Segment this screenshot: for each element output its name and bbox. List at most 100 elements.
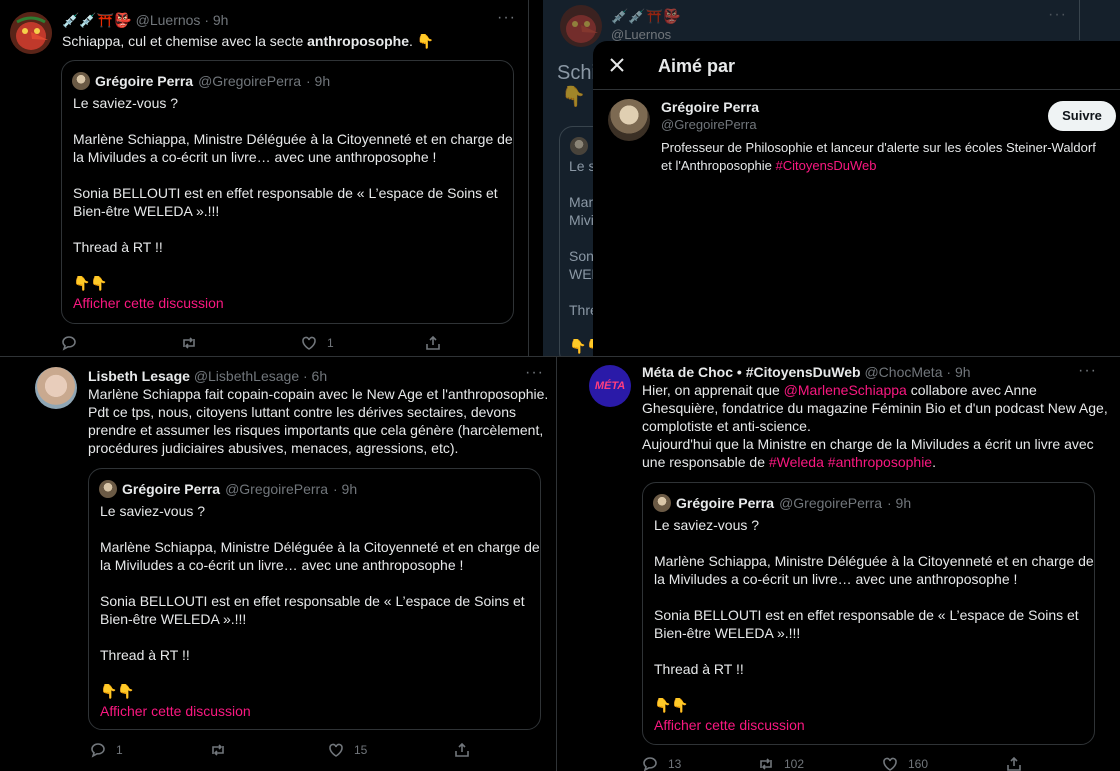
text-line: Thread à RT !! (73, 239, 163, 255)
heart-icon (302, 336, 316, 350)
close-button[interactable] (605, 53, 629, 77)
text-line: 👇👇 (654, 697, 689, 713)
show-thread-link[interactable]: Afficher cette discussion (73, 294, 224, 312)
text-line (100, 664, 540, 682)
tweet-header: Méta de Choc • #CitoyensDuWeb @ChocMeta … (642, 363, 971, 381)
retweet-button[interactable] (181, 335, 301, 351)
bio-hashtag-link[interactable]: #CitoyensDuWeb (776, 158, 877, 173)
quote-time: · 9h (886, 495, 912, 511)
retweet-button[interactable] (210, 742, 328, 758)
author-handle[interactable]: @LisbethLesage (194, 368, 299, 384)
follow-button[interactable]: Suivre (1048, 101, 1116, 131)
more-options-icon[interactable]: ··· (1078, 362, 1097, 380)
like-count: 15 (354, 743, 368, 757)
share-button[interactable] (1006, 756, 1032, 771)
bio-text: et l'Anthroposophie (661, 158, 776, 173)
gregoire-avatar[interactable] (608, 99, 650, 141)
tweet-text: Marlène Schiappa fait copain-copain avec… (88, 385, 548, 457)
text-line (654, 678, 1094, 696)
quote-author-handle: @GregoirePerra (225, 481, 328, 497)
share-icon (426, 335, 440, 350)
reply-button[interactable] (61, 335, 181, 351)
luernos-avatar[interactable] (10, 12, 52, 54)
hashtag-link[interactable]: #anthroposophie (828, 454, 932, 470)
tengu-mask-icon (10, 12, 52, 54)
tweet-time[interactable]: · 9h (946, 364, 970, 380)
quoted-tweet[interactable]: Grégoire Perra @GregoirePerra · 9h Le sa… (88, 468, 541, 730)
text-line: Marlène Schiappa fait copain-copain avec… (88, 386, 549, 402)
author-name[interactable]: Méta de Choc • #CitoyensDuWeb (642, 364, 861, 380)
user-handle[interactable]: @Luernos (136, 12, 201, 28)
tweet-text-part: . (932, 454, 936, 470)
text-line: 👇👇 (100, 683, 135, 699)
tweet-top-left[interactable]: 💉💉⛩️👺 @Luernos · 9h ··· Schiappa, cul et… (0, 0, 528, 356)
quote-author-name: Grégoire Perra (122, 481, 221, 497)
quote-author-name: Grégoire Perra (95, 73, 194, 89)
like-button[interactable]: 1 (301, 335, 425, 351)
luernos-avatar-dimmed (560, 5, 602, 47)
share-icon (1007, 756, 1021, 771)
user-handle[interactable]: @GregoirePerra (661, 116, 757, 134)
text-line (73, 112, 513, 130)
liked-by-modal: Aimé par Grégoire Perra @GregoirePerra S… (593, 41, 1120, 356)
user-name[interactable]: Grégoire Perra (661, 98, 759, 116)
like-button[interactable]: 160 (882, 756, 1006, 771)
text-line: Le saviez-vous ? (654, 517, 760, 533)
reply-button[interactable]: 13 (642, 756, 758, 771)
user-cell[interactable]: Grégoire Perra @GregoirePerra Suivre Pro… (593, 90, 1120, 190)
quote-author-handle: @GregoirePerra (779, 495, 882, 511)
like-button[interactable]: 15 (328, 742, 454, 758)
retweet-count: 102 (784, 757, 805, 771)
divider (1079, 0, 1080, 40)
quote-avatar (653, 494, 671, 512)
liked-by-screen: 💉💉⛩️👺 @Luernos ··· Schi 👇 Le s Marl Mivi So… (543, 0, 1120, 356)
quoted-tweet[interactable]: Grégoire Perra @GregoirePerra · 9h Le sa… (642, 482, 1095, 745)
text-line: Le saviez-vous ? (73, 95, 179, 111)
text-line (654, 534, 1094, 552)
tweet-time[interactable]: · 9h (204, 12, 228, 28)
share-button[interactable] (454, 742, 480, 758)
tweet-text-line: Ghesquière, fondatrice du magazine Fémin… (642, 400, 1108, 416)
reply-icon (62, 336, 76, 351)
divider (556, 357, 557, 771)
retweet-icon (212, 744, 224, 756)
reply-count: 1 (116, 743, 123, 757)
text-line (654, 642, 1094, 660)
text-line (73, 166, 513, 184)
text-line: la Miviludes a co-écrit un livre… avec u… (73, 149, 437, 165)
quoted-tweet[interactable]: Grégoire Perra @GregoirePerra · 9h Le sa… (61, 60, 514, 324)
tweet-time[interactable]: · 6h (303, 368, 327, 384)
retweet-icon (183, 337, 195, 349)
retweet-button[interactable]: 102 (758, 756, 882, 771)
heart-icon (329, 743, 343, 757)
tweet-text-line: Hier, on apprenait que @MarleneSchiappa … (642, 381, 1037, 399)
tweet-bottom-left[interactable]: Lisbeth Lesage @LisbethLesage · 6h ··· M… (18, 357, 556, 771)
text-line: Bien-être WELEDA ».!!! (100, 611, 247, 627)
author-handle[interactable]: @ChocMeta (864, 364, 942, 380)
text-line: la Miviludes a co-écrit un livre… avec u… (654, 571, 1018, 587)
text-line (100, 574, 540, 592)
heart-icon (883, 757, 897, 771)
show-thread-link[interactable]: Afficher cette discussion (654, 716, 805, 734)
quote-time: · 9h (332, 481, 358, 497)
quote-body: Le saviez-vous ? Marlène Schiappa, Minist… (654, 516, 1094, 714)
author-name[interactable]: Lisbeth Lesage (88, 368, 190, 384)
share-button[interactable] (425, 335, 451, 351)
text-line: Le saviez-vous ? (100, 503, 206, 519)
show-thread-link[interactable]: Afficher cette discussion (100, 702, 251, 720)
metadechoc-avatar[interactable]: MÉTA (589, 365, 631, 407)
tweet-text-line: une responsable de #Weleda #anthroposoph… (642, 453, 936, 471)
share-icon (455, 742, 469, 757)
text-line: Sonia BELLOUTI est en effet responsable … (73, 185, 498, 201)
tweet-bottom-right[interactable]: MÉTA Méta de Choc • #CitoyensDuWeb @Choc… (574, 357, 1120, 771)
more-options-icon[interactable]: ··· (525, 364, 544, 382)
more-options-icon[interactable]: ··· (497, 9, 516, 27)
hashtag-link[interactable]: #Weleda (769, 454, 824, 470)
user-emojis[interactable]: 💉💉⛩️👺 (62, 12, 132, 28)
quote-avatar (570, 137, 588, 155)
lisbeth-avatar[interactable] (35, 367, 77, 409)
mention-link[interactable]: @MarleneSchiappa (784, 382, 907, 398)
avatar-logo-text: MÉTA (594, 380, 626, 392)
tweet-text-bold: anthroposophe (307, 33, 410, 49)
reply-button[interactable]: 1 (90, 742, 210, 758)
